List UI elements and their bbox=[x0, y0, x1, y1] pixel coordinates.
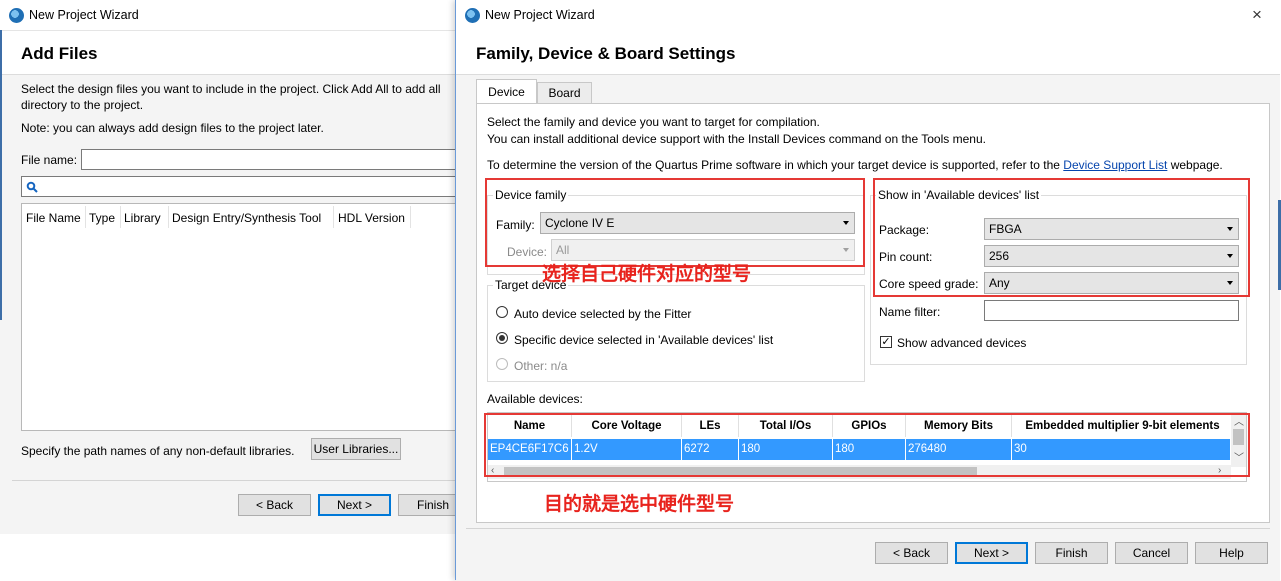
device-settings-window: New Project Wizard × Family, Device & Bo… bbox=[455, 0, 1281, 581]
annotation-box-show-list bbox=[873, 178, 1250, 297]
files-table[interactable]: File Name Type Library Design Entry/Synt… bbox=[21, 203, 461, 431]
help-button[interactable]: Help bbox=[1195, 542, 1268, 564]
specific-device-label[interactable]: Specific device selected in 'Available d… bbox=[514, 333, 773, 347]
quartus-app-icon bbox=[465, 8, 480, 23]
back-button[interactable]: < Back bbox=[875, 542, 948, 564]
window-title: New Project Wizard bbox=[29, 8, 139, 22]
support-prefix: To determine the version of the Quartus … bbox=[487, 158, 1060, 172]
user-libraries-button[interactable]: User Libraries... bbox=[311, 438, 401, 460]
finish-button[interactable]: Finish bbox=[1035, 542, 1108, 564]
column-header[interactable]: File Name bbox=[26, 211, 81, 225]
device-support-list-link[interactable]: Device Support List bbox=[1063, 158, 1167, 172]
column-divider bbox=[85, 206, 86, 228]
tab-board[interactable]: Board bbox=[537, 82, 592, 104]
title-bar: New Project Wizard bbox=[0, 0, 456, 30]
page-heading: Add Files bbox=[21, 44, 98, 63]
button-separator bbox=[12, 480, 456, 481]
window-title: New Project Wizard bbox=[485, 8, 595, 22]
files-table-header: File Name Type Library Design Entry/Synt… bbox=[22, 204, 462, 230]
name-filter-input[interactable] bbox=[984, 300, 1239, 321]
column-header[interactable]: Type bbox=[89, 211, 115, 225]
name-filter-label: Name filter: bbox=[879, 305, 941, 319]
show-advanced-label[interactable]: Show advanced devices bbox=[897, 336, 1026, 350]
support-suffix: webpage. bbox=[1170, 158, 1223, 172]
column-header[interactable]: Design Entry/Synthesis Tool bbox=[172, 211, 321, 225]
next-button[interactable]: Next > bbox=[955, 542, 1028, 564]
desktop-edge bbox=[0, 30, 2, 320]
description-line-1: Select the design files you want to incl… bbox=[21, 82, 441, 96]
tab-device[interactable]: Device bbox=[476, 79, 537, 104]
quartus-app-icon bbox=[9, 8, 24, 23]
auto-device-radio[interactable] bbox=[496, 306, 508, 318]
file-name-label: File name: bbox=[21, 153, 78, 167]
other-device-label: Other: n/a bbox=[514, 359, 568, 373]
close-icon[interactable]: × bbox=[1252, 5, 1262, 25]
annotation-box-available-devices bbox=[484, 413, 1250, 477]
file-name-input[interactable] bbox=[81, 149, 461, 170]
column-divider bbox=[333, 206, 334, 228]
window-bottom-edge bbox=[0, 534, 456, 580]
annotation-select-model: 选择自己硬件对应的型号 bbox=[542, 263, 752, 285]
available-devices-label: Available devices: bbox=[487, 392, 583, 406]
tab-board-label: Board bbox=[548, 86, 581, 100]
libraries-text: Specify the path names of any non-defaul… bbox=[21, 444, 295, 458]
tab-device-label: Device bbox=[488, 85, 525, 99]
annotation-box-device-family bbox=[485, 178, 865, 267]
search-icon bbox=[26, 181, 38, 193]
back-button[interactable]: < Back bbox=[238, 494, 311, 516]
column-divider bbox=[120, 206, 121, 228]
specific-device-radio[interactable] bbox=[496, 332, 508, 344]
finish-button[interactable]: Finish bbox=[398, 494, 456, 516]
search-input[interactable] bbox=[21, 176, 461, 197]
column-divider bbox=[168, 206, 169, 228]
next-button[interactable]: Next > bbox=[318, 494, 391, 516]
note-text: Note: you can always add design files to… bbox=[21, 121, 324, 135]
button-separator bbox=[466, 528, 1270, 529]
description-line-2: directory to the project. bbox=[21, 98, 144, 112]
add-files-window: New Project Wizard Add Files Select the … bbox=[0, 0, 461, 580]
annotation-purpose: 目的就是选中硬件型号 bbox=[544, 493, 735, 515]
support-text: To determine the version of the Quartus … bbox=[487, 158, 1223, 172]
column-header[interactable]: Library bbox=[124, 211, 161, 225]
title-bar: New Project Wizard × bbox=[456, 0, 1281, 30]
column-divider bbox=[410, 206, 411, 228]
show-advanced-checkbox[interactable]: ✓ bbox=[880, 336, 892, 348]
page-heading: Family, Device & Board Settings bbox=[476, 44, 736, 63]
other-device-radio[interactable] bbox=[496, 358, 508, 370]
intro-line-2: You can install additional device suppor… bbox=[487, 132, 986, 146]
cancel-button[interactable]: Cancel bbox=[1115, 542, 1188, 564]
auto-device-label[interactable]: Auto device selected by the Fitter bbox=[514, 307, 691, 321]
column-header[interactable]: HDL Version bbox=[338, 211, 405, 225]
intro-line-1: Select the family and device you want to… bbox=[487, 115, 820, 129]
